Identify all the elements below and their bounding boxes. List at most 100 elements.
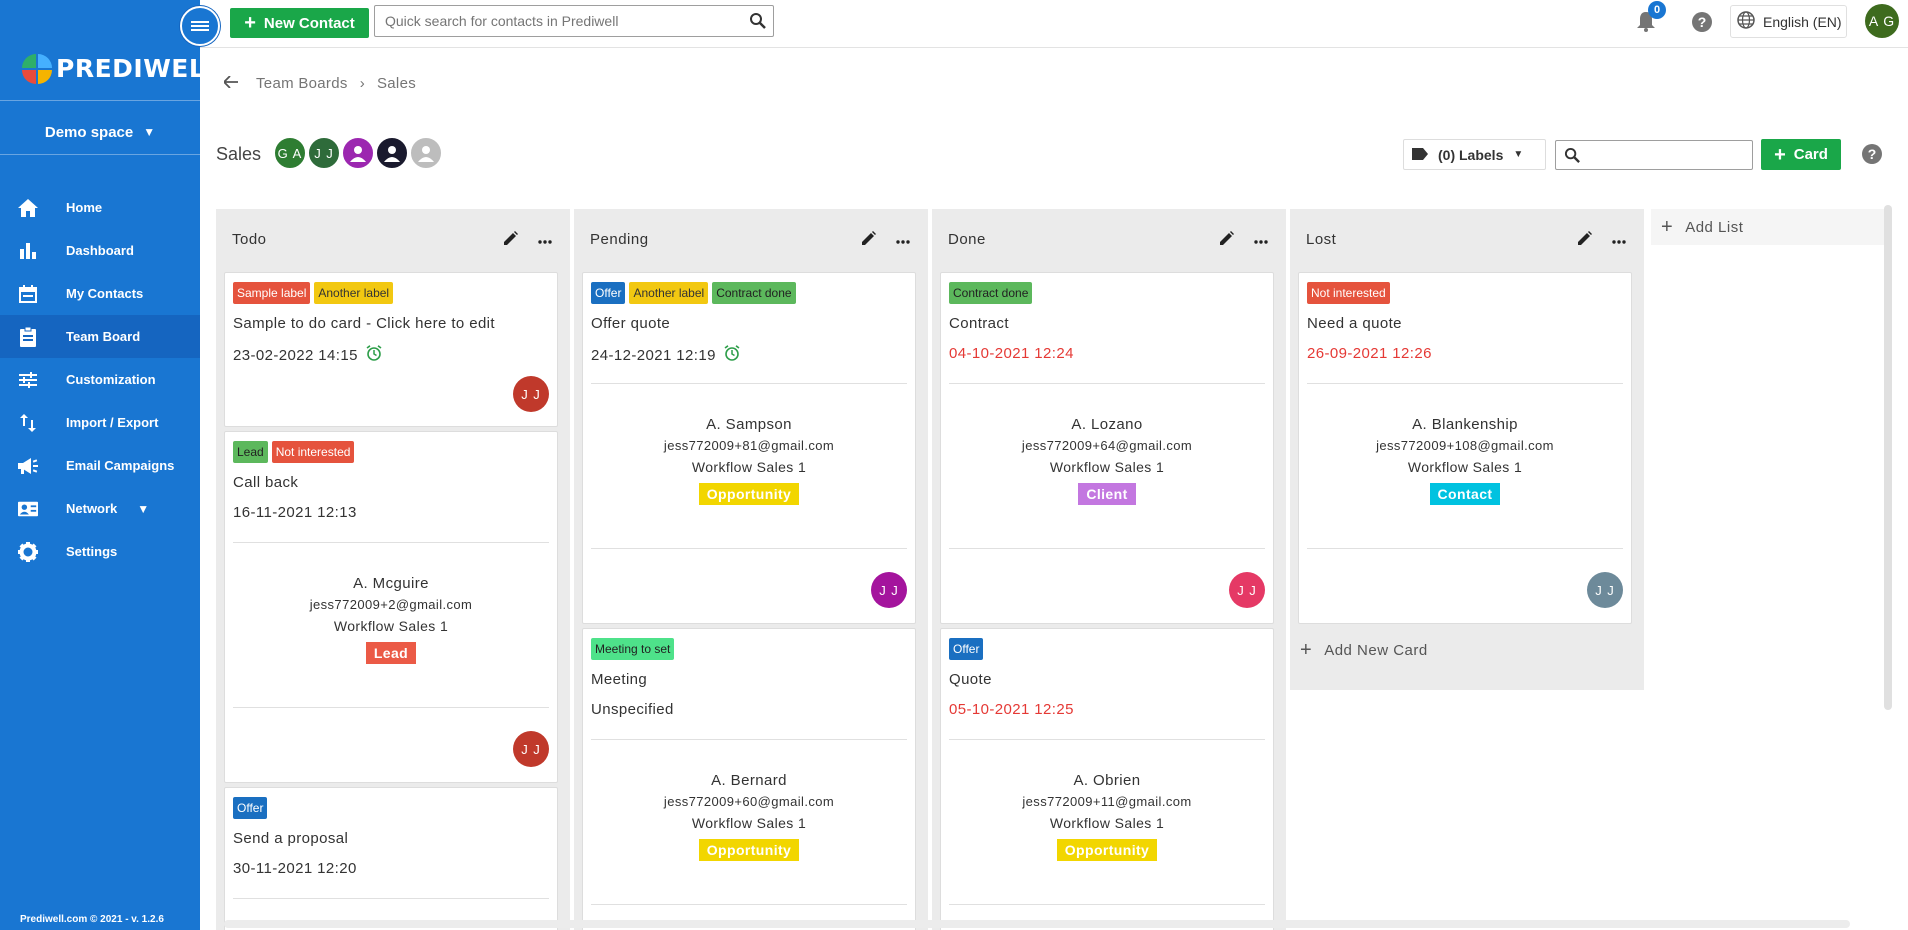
card-title: Send a proposal <box>233 830 349 847</box>
vertical-scrollbar[interactable] <box>1884 205 1892 710</box>
contact-email: jess772009+2@gmail.com <box>309 597 473 612</box>
divider <box>233 898 549 899</box>
contact-name[interactable]: A. Mcguire <box>225 575 557 592</box>
list-title[interactable]: Lost <box>1306 231 1336 248</box>
contact-status-badge: Lead <box>365 642 417 664</box>
card-title: Call back <box>233 474 299 491</box>
search-placeholder: Quick search for contacts in Prediwell <box>385 13 619 29</box>
contact-email: jess772009+108@gmail.com <box>1376 438 1554 453</box>
list-title[interactable]: Done <box>948 231 986 248</box>
sidebar-item-import-export[interactable]: Import / Export <box>0 401 200 444</box>
pencil-icon[interactable] <box>862 231 876 249</box>
board-card[interactable]: Offer Quote 05-10-2021 12:25 A. Obrien j… <box>940 628 1274 930</box>
board-title: Sales <box>216 144 262 164</box>
globe-icon <box>1737 11 1755 32</box>
member-avatar[interactable] <box>375 136 409 170</box>
list-title[interactable]: Pending <box>590 231 649 248</box>
more-options-icon[interactable] <box>1254 231 1268 248</box>
list-header: Todo <box>216 209 570 269</box>
board-card[interactable]: Meeting to set Meeting Unspecified A. Be… <box>582 628 916 930</box>
add-list-button[interactable]: + Add List <box>1651 209 1886 245</box>
pencil-icon[interactable] <box>1220 231 1234 249</box>
card-date-text: 23-02-2022 14:15 <box>233 346 358 364</box>
person-icon <box>350 146 366 162</box>
add-card-button[interactable]: + Card <box>1761 139 1841 170</box>
assignee-avatar[interactable]: J J <box>1587 572 1623 608</box>
assignee-avatar[interactable]: J J <box>871 572 907 608</box>
contact-name[interactable]: A. Lozano <box>941 416 1273 433</box>
sidebar-item-dashboard[interactable]: Dashboard <box>0 229 200 272</box>
member-avatar[interactable] <box>341 136 375 170</box>
contact-name[interactable]: A. Obrien <box>941 772 1273 789</box>
member-avatar[interactable] <box>409 136 443 170</box>
pencil-icon[interactable] <box>1578 231 1592 249</box>
more-options-icon[interactable] <box>538 231 552 248</box>
sidebar-item-email-campaigns[interactable]: Email Campaigns <box>0 444 200 487</box>
quick-search-input[interactable]: Quick search for contacts in Prediwell <box>374 5 774 37</box>
more-options-icon[interactable] <box>1612 231 1626 248</box>
board-card[interactable]: Not interested Need a quote 26-09-2021 1… <box>1298 272 1632 624</box>
sidebar-item-home[interactable]: Home <box>0 186 200 229</box>
back-arrow-icon[interactable] <box>222 75 238 92</box>
list-header: Lost <box>1290 209 1644 269</box>
member-avatar[interactable]: J J <box>307 136 341 170</box>
member-avatar[interactable]: G A <box>273 136 307 170</box>
logo[interactable]: PREDIWELL <box>18 48 222 88</box>
contact-workflow: Workflow Sales 1 <box>691 459 807 475</box>
sidebar-item-customization[interactable]: Customization <box>0 358 200 401</box>
new-contact-button[interactable]: + New Contact <box>230 8 369 38</box>
card-label: Meeting to set <box>591 638 675 660</box>
board-card[interactable]: Offer Send a proposal 30-11-2021 12:20 <box>224 787 558 930</box>
help-icon[interactable]: ? <box>1692 12 1712 37</box>
search-icon[interactable] <box>749 12 767 33</box>
card-title: Meeting <box>591 671 648 688</box>
contact-name[interactable]: A. Bernard <box>583 772 915 789</box>
card-label: Contract done <box>712 282 796 304</box>
menu-toggle-button[interactable] <box>180 6 220 46</box>
divider <box>0 100 200 101</box>
card-label: Another label <box>314 282 394 304</box>
divider <box>591 904 907 905</box>
user-avatar[interactable]: A G <box>1865 4 1899 38</box>
pencil-icon[interactable] <box>504 231 518 249</box>
calendar-icon <box>18 284 38 304</box>
board-search-input[interactable] <box>1555 140 1753 170</box>
contact-name[interactable]: A. Blankenship <box>1299 416 1631 433</box>
card-contact: A. Lozano jess772009+64@gmail.com Workfl… <box>941 416 1273 505</box>
board-card[interactable]: Offer Another label Contract done Offer … <box>582 272 916 624</box>
contact-workflow: Workflow Sales 1 <box>691 815 807 831</box>
more-options-icon[interactable] <box>896 231 910 248</box>
add-new-card-button[interactable]: + Add New Card <box>1300 639 1428 662</box>
language-label: English (EN) <box>1763 13 1842 30</box>
language-selector[interactable]: English (EN) <box>1730 5 1847 38</box>
board-card[interactable]: Sample label Another label Sample to do … <box>224 272 558 427</box>
contact-name[interactable]: A. Sampson <box>583 416 915 433</box>
sidebar-item-settings[interactable]: Settings <box>0 530 200 573</box>
hamburger-icon <box>191 19 209 33</box>
sidebar-item-label: Network <box>66 501 118 516</box>
divider <box>949 548 1265 549</box>
contact-email: jess772009+64@gmail.com <box>1021 438 1193 453</box>
labels-filter-button[interactable]: (0) Labels ▼ <box>1403 139 1546 170</box>
board-card[interactable]: Lead Not interested Call back 16-11-2021… <box>224 431 558 783</box>
help-icon[interactable]: ? <box>1862 144 1882 169</box>
board-card[interactable]: Contract done Contract 04-10-2021 12:24 … <box>940 272 1274 624</box>
sidebar-item-label: Email Campaigns <box>66 458 175 473</box>
space-selector[interactable]: Demo space ▼ <box>0 110 200 154</box>
sidebar-item-my-contacts[interactable]: My Contacts <box>0 272 200 315</box>
assignee-avatar[interactable]: J J <box>513 731 549 767</box>
assignee-avatar[interactable]: J J <box>513 376 549 412</box>
plus-icon: + <box>244 12 256 34</box>
horizontal-scrollbar[interactable] <box>224 920 1850 928</box>
sidebar-item-team-board[interactable]: Team Board <box>0 315 200 358</box>
list-title[interactable]: Todo <box>232 231 267 248</box>
divider <box>233 707 549 708</box>
divider <box>591 548 907 549</box>
breadcrumb-team-boards[interactable]: Team Boards <box>256 75 348 92</box>
sidebar-item-network[interactable]: Network ▼ <box>0 487 200 530</box>
person-icon <box>418 146 434 162</box>
sidebar-nav: Home Dashboard My Contacts Team Board Cu… <box>0 186 200 573</box>
card-label: Not interested <box>271 441 355 463</box>
assignee-avatar[interactable]: J J <box>1229 572 1265 608</box>
divider <box>949 904 1265 905</box>
